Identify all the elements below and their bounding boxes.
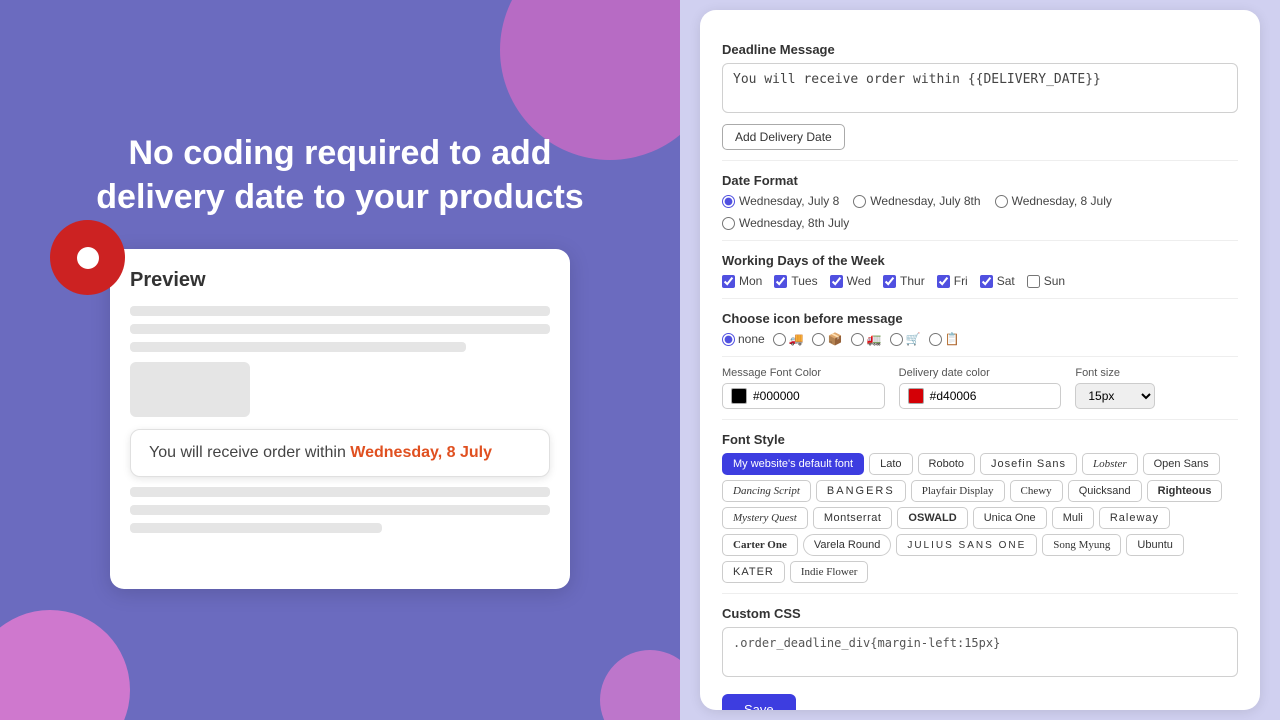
color-font-row: Message Font Color #000000 Delivery date…	[722, 367, 1238, 409]
font-btn-chewy[interactable]: Chewy	[1010, 480, 1063, 502]
date-format-group: Wednesday, July 8 Wednesday, July 8th We…	[722, 194, 1238, 230]
day-wed[interactable]: Wed	[830, 274, 871, 288]
font-btn-bangers[interactable]: BANGERS	[816, 480, 906, 502]
record-inner-dot	[77, 247, 99, 269]
font-btn-muli[interactable]: Muli	[1052, 507, 1094, 529]
divider-4	[722, 356, 1238, 357]
preview-card: Preview You will receive order within We…	[110, 249, 570, 589]
icon-lorry[interactable]: 🚛	[851, 332, 882, 346]
font-style-label: Font Style	[722, 432, 1238, 447]
day-sat[interactable]: Sat	[980, 274, 1015, 288]
icon-group: none 🚚 📦 🚛 🛒 📋	[722, 332, 1238, 346]
record-icon	[50, 220, 125, 295]
font-btn-roboto[interactable]: Roboto	[918, 453, 975, 475]
day-thur[interactable]: Thur	[883, 274, 925, 288]
date-format-option-3[interactable]: Wednesday, 8 July	[995, 194, 1112, 208]
font-btn-josefin[interactable]: Josefin Sans	[980, 453, 1077, 475]
skeleton-line-5	[130, 505, 550, 515]
font-btn-open-sans[interactable]: Open Sans	[1143, 453, 1220, 475]
font-btn-lobster[interactable]: Lobster	[1082, 453, 1138, 475]
day-fri[interactable]: Fri	[937, 274, 968, 288]
font-btn-montserrat[interactable]: Montserrat	[813, 507, 893, 529]
font-size-select[interactable]: 15px 12px 14px 16px 18px 20px	[1075, 383, 1155, 409]
right-panel: Deadline Message Add Delivery Date Date …	[680, 0, 1280, 720]
date-format-option-1[interactable]: Wednesday, July 8	[722, 194, 839, 208]
day-sun[interactable]: Sun	[1027, 274, 1065, 288]
date-format-option-2[interactable]: Wednesday, July 8th	[853, 194, 980, 208]
font-btn-quicksand[interactable]: Quicksand	[1068, 480, 1142, 502]
font-size-group: Font size 15px 12px 14px 16px 18px 20px	[1075, 367, 1238, 409]
icon-label: Choose icon before message	[722, 311, 1238, 326]
decorative-circle-bottom-left	[0, 610, 130, 720]
delivery-bubble: You will receive order within Wednesday,…	[130, 429, 550, 477]
divider-2	[722, 240, 1238, 241]
day-tues[interactable]: Tues	[774, 274, 817, 288]
font-size-label: Font size	[1075, 367, 1238, 379]
font-btn-default[interactable]: My website's default font	[722, 453, 864, 475]
skeleton-line-6	[130, 523, 382, 533]
font-btn-playfair[interactable]: Playfair Display	[911, 480, 1005, 502]
font-btn-ubuntu[interactable]: Ubuntu	[1126, 534, 1183, 556]
delivery-date-color-label: Delivery date color	[899, 367, 1062, 379]
message-font-color-value: #000000	[753, 389, 800, 403]
font-btn-raleway[interactable]: Raleway	[1099, 507, 1170, 529]
icon-box[interactable]: 📦	[812, 332, 843, 346]
delivery-prefix: You will receive order within	[149, 444, 350, 461]
left-panel: No coding required to add delivery date …	[0, 0, 680, 720]
icon-cart[interactable]: 🛒	[890, 332, 921, 346]
icon-none[interactable]: none	[722, 332, 765, 346]
day-mon[interactable]: Mon	[722, 274, 762, 288]
skeleton-line-1	[130, 306, 550, 316]
font-btn-carter[interactable]: Carter One	[722, 534, 798, 556]
working-days-label: Working Days of the Week	[722, 253, 1238, 268]
hero-title: No coding required to add delivery date …	[90, 131, 590, 219]
skeleton-line-3	[130, 342, 466, 352]
date-format-option-4[interactable]: Wednesday, 8th July	[722, 216, 849, 230]
font-btn-julius[interactable]: JULIUS SANS ONE	[896, 534, 1037, 556]
message-font-color-group: Message Font Color #000000	[722, 367, 885, 409]
divider-1	[722, 160, 1238, 161]
delivery-date-swatch	[908, 388, 924, 404]
custom-css-input[interactable]	[722, 627, 1238, 677]
date-format-label: Date Format	[722, 173, 1238, 188]
working-days-group: Mon Tues Wed Thur Fri Sat Sun	[722, 274, 1238, 288]
save-button[interactable]: Save	[722, 694, 796, 710]
font-btn-unica[interactable]: Unica One	[973, 507, 1047, 529]
font-btn-dancing[interactable]: Dancing Script	[722, 480, 811, 502]
font-style-grid: My website's default font Lato Roboto Jo…	[722, 453, 1238, 583]
deadline-message-label: Deadline Message	[722, 42, 1238, 57]
delivery-date-color-input[interactable]: #d40006	[899, 383, 1062, 409]
settings-card: Deadline Message Add Delivery Date Date …	[700, 10, 1260, 710]
preview-title: Preview	[130, 269, 550, 292]
custom-css-label: Custom CSS	[722, 606, 1238, 621]
divider-5	[722, 419, 1238, 420]
divider-3	[722, 298, 1238, 299]
delivery-date-color-group: Delivery date color #d40006	[899, 367, 1062, 409]
deadline-message-input[interactable]	[722, 63, 1238, 113]
delivery-date: Wednesday, 8 July	[350, 444, 492, 461]
font-btn-kater[interactable]: KATER	[722, 561, 785, 583]
skeleton-line-2	[130, 324, 550, 334]
font-btn-song-myung[interactable]: Song Myung	[1042, 534, 1121, 556]
font-btn-righteous[interactable]: Righteous	[1147, 480, 1223, 502]
message-font-color-label: Message Font Color	[722, 367, 885, 379]
font-btn-mystery[interactable]: Mystery Quest	[722, 507, 808, 529]
message-font-color-input[interactable]: #000000	[722, 383, 885, 409]
font-btn-oswald[interactable]: Oswald	[897, 507, 967, 529]
font-btn-lato[interactable]: Lato	[869, 453, 912, 475]
font-btn-varela[interactable]: Varela Round	[803, 534, 891, 556]
message-font-swatch	[731, 388, 747, 404]
font-btn-indie[interactable]: Indie Flower	[790, 561, 869, 583]
divider-6	[722, 593, 1238, 594]
delivery-date-color-value: #d40006	[930, 389, 977, 403]
icon-clipboard[interactable]: 📋	[929, 332, 960, 346]
decorative-circle-bottom-right	[600, 650, 680, 720]
add-delivery-date-button[interactable]: Add Delivery Date	[722, 124, 845, 150]
skeleton-image	[130, 362, 250, 417]
icon-truck[interactable]: 🚚	[773, 332, 804, 346]
skeleton-line-4	[130, 487, 550, 497]
